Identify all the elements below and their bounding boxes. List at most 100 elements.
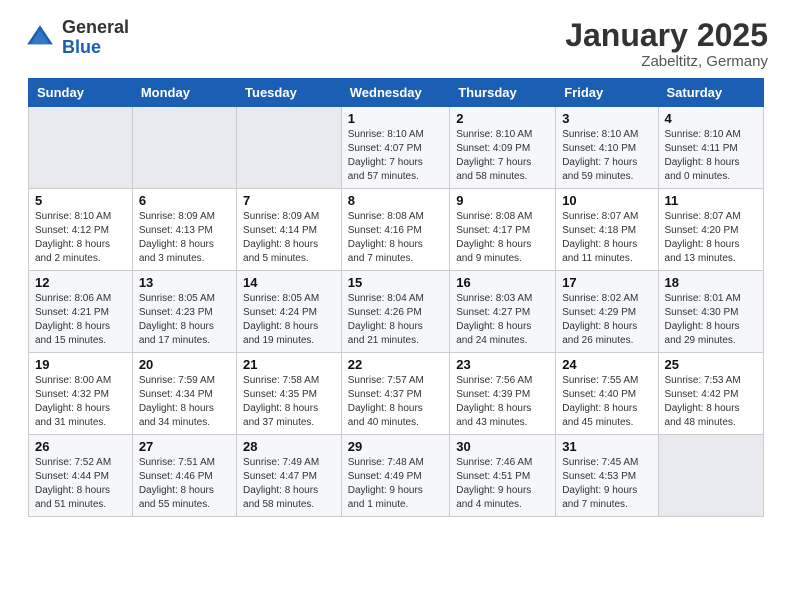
col-thursday: Thursday — [450, 79, 556, 107]
calendar-day-cell — [29, 107, 133, 189]
day-number: 17 — [562, 275, 651, 290]
calendar-day-cell: 27Sunrise: 7:51 AM Sunset: 4:46 PM Dayli… — [132, 435, 236, 517]
calendar-day-cell: 4 Sunrise: 8:10 AM Sunset: 4:11 PM Daylig… — [658, 107, 763, 189]
day-info: Sunrise: 8:09 AM Sunset: 4:14 PM Dayligh… — [243, 210, 335, 266]
day-number: 14 — [243, 275, 335, 290]
logo: General Blue — [24, 18, 129, 58]
col-monday: Monday — [132, 79, 236, 107]
day-number: 10 — [562, 193, 651, 208]
col-wednesday: Wednesday — [341, 79, 450, 107]
day-info: Sunrise: 7:48 AM Sunset: 4:49 PM Dayligh… — [348, 456, 444, 512]
day-number: 31 — [562, 439, 651, 454]
day-info: Sunrise: 8:10 AM Sunset: 4:11 PM Dayligh… — [665, 128, 757, 184]
logo-text: General Blue — [62, 18, 129, 58]
calendar-day-cell — [658, 435, 763, 517]
day-number: 11 — [665, 193, 757, 208]
day-info: Sunrise: 8:05 AM Sunset: 4:24 PM Dayligh… — [243, 292, 335, 348]
calendar-week-row: 12 Sunrise: 8:06 AM Sunset: 4:21 PM Dayli… — [29, 271, 764, 353]
calendar-day-cell: 13Sunrise: 8:05 AM Sunset: 4:23 PM Dayli… — [132, 271, 236, 353]
day-number: 8 — [348, 193, 444, 208]
calendar-day-cell: 25Sunrise: 7:53 AM Sunset: 4:42 PM Dayli… — [658, 353, 763, 435]
day-number: 13 — [139, 275, 230, 290]
calendar-day-cell: 2Sunrise: 8:10 AM Sunset: 4:09 PM Daylig… — [450, 107, 556, 189]
day-number: 24 — [562, 357, 651, 372]
day-number: 5 — [35, 193, 126, 208]
day-number: 25 — [665, 357, 757, 372]
day-info: Sunrise: 8:04 AM Sunset: 4:26 PM Dayligh… — [348, 292, 444, 348]
day-info: Sunrise: 7:57 AM Sunset: 4:37 PM Dayligh… — [348, 374, 444, 430]
header: General Blue January 2025 Zabeltitz, Ger… — [0, 0, 792, 78]
day-number: 30 — [456, 439, 549, 454]
day-info: Sunrise: 7:59 AM Sunset: 4:34 PM Dayligh… — [139, 374, 230, 430]
calendar-day-cell: 19 Sunrise: 8:00 AM Sunset: 4:32 PM Dayli… — [29, 353, 133, 435]
day-number: 19 — [35, 357, 126, 372]
page: General Blue January 2025 Zabeltitz, Ger… — [0, 0, 792, 612]
day-number: 20 — [139, 357, 230, 372]
day-info: Sunrise: 7:55 AM Sunset: 4:40 PM Dayligh… — [562, 374, 651, 430]
calendar-day-cell: 3Sunrise: 8:10 AM Sunset: 4:10 PM Daylig… — [556, 107, 658, 189]
calendar-day-cell: 29 Sunrise: 7:48 AM Sunset: 4:49 PM Dayli… — [341, 435, 450, 517]
calendar-day-cell: 26Sunrise: 7:52 AM Sunset: 4:44 PM Dayli… — [29, 435, 133, 517]
day-info: Sunrise: 7:52 AM Sunset: 4:44 PM Dayligh… — [35, 456, 126, 512]
day-info: Sunrise: 8:10 AM Sunset: 4:07 PM Dayligh… — [348, 128, 444, 184]
title-block: January 2025 Zabeltitz, Germany — [565, 18, 768, 70]
calendar-table: Sunday Monday Tuesday Wednesday Thursday… — [28, 78, 764, 517]
calendar-day-cell: 10 Sunrise: 8:07 AM Sunset: 4:18 PM Dayli… — [556, 189, 658, 271]
calendar-day-cell: 30Sunrise: 7:46 AM Sunset: 4:51 PM Dayli… — [450, 435, 556, 517]
location: Zabeltitz, Germany — [565, 53, 768, 70]
day-info: Sunrise: 7:51 AM Sunset: 4:46 PM Dayligh… — [139, 456, 230, 512]
day-info: Sunrise: 7:58 AM Sunset: 4:35 PM Dayligh… — [243, 374, 335, 430]
day-info: Sunrise: 7:56 AM Sunset: 4:39 PM Dayligh… — [456, 374, 549, 430]
calendar-day-cell: 8 Sunrise: 8:08 AM Sunset: 4:16 PM Daylig… — [341, 189, 450, 271]
day-info: Sunrise: 8:07 AM Sunset: 4:20 PM Dayligh… — [665, 210, 757, 266]
day-info: Sunrise: 8:10 AM Sunset: 4:09 PM Dayligh… — [456, 128, 549, 184]
logo-blue: Blue — [62, 38, 129, 58]
calendar-day-cell: 9 Sunrise: 8:08 AM Sunset: 4:17 PM Daylig… — [450, 189, 556, 271]
day-info: Sunrise: 8:06 AM Sunset: 4:21 PM Dayligh… — [35, 292, 126, 348]
calendar-day-cell: 23 Sunrise: 7:56 AM Sunset: 4:39 PM Dayli… — [450, 353, 556, 435]
calendar-header: Sunday Monday Tuesday Wednesday Thursday… — [29, 79, 764, 107]
day-number: 21 — [243, 357, 335, 372]
day-info: Sunrise: 8:03 AM Sunset: 4:27 PM Dayligh… — [456, 292, 549, 348]
day-number: 4 — [665, 111, 757, 126]
day-number: 1 — [348, 111, 444, 126]
day-info: Sunrise: 8:08 AM Sunset: 4:17 PM Dayligh… — [456, 210, 549, 266]
day-info: Sunrise: 8:07 AM Sunset: 4:18 PM Dayligh… — [562, 210, 651, 266]
day-number: 28 — [243, 439, 335, 454]
day-number: 6 — [139, 193, 230, 208]
calendar-day-cell: 22 Sunrise: 7:57 AM Sunset: 4:37 PM Dayli… — [341, 353, 450, 435]
calendar-day-cell: 12 Sunrise: 8:06 AM Sunset: 4:21 PM Dayli… — [29, 271, 133, 353]
calendar-day-cell: 1 Sunrise: 8:10 AM Sunset: 4:07 PM Daylig… — [341, 107, 450, 189]
calendar-day-cell: 15Sunrise: 8:04 AM Sunset: 4:26 PM Dayli… — [341, 271, 450, 353]
col-sunday: Sunday — [29, 79, 133, 107]
calendar-day-cell: 28Sunrise: 7:49 AM Sunset: 4:47 PM Dayli… — [237, 435, 342, 517]
day-info: Sunrise: 8:09 AM Sunset: 4:13 PM Dayligh… — [139, 210, 230, 266]
calendar-day-cell — [132, 107, 236, 189]
calendar-week-row: 5Sunrise: 8:10 AM Sunset: 4:12 PM Daylig… — [29, 189, 764, 271]
col-friday: Friday — [556, 79, 658, 107]
calendar-day-cell: 7Sunrise: 8:09 AM Sunset: 4:14 PM Daylig… — [237, 189, 342, 271]
calendar-week-row: 19 Sunrise: 8:00 AM Sunset: 4:32 PM Dayli… — [29, 353, 764, 435]
calendar-day-cell: 20 Sunrise: 7:59 AM Sunset: 4:34 PM Dayli… — [132, 353, 236, 435]
day-number: 12 — [35, 275, 126, 290]
calendar-day-cell: 31 Sunrise: 7:45 AM Sunset: 4:53 PM Dayli… — [556, 435, 658, 517]
day-info: Sunrise: 8:02 AM Sunset: 4:29 PM Dayligh… — [562, 292, 651, 348]
header-row: Sunday Monday Tuesday Wednesday Thursday… — [29, 79, 764, 107]
day-number: 18 — [665, 275, 757, 290]
day-info: Sunrise: 8:08 AM Sunset: 4:16 PM Dayligh… — [348, 210, 444, 266]
calendar-day-cell: 24 Sunrise: 7:55 AM Sunset: 4:40 PM Dayli… — [556, 353, 658, 435]
day-number: 29 — [348, 439, 444, 454]
calendar-body: 1 Sunrise: 8:10 AM Sunset: 4:07 PM Daylig… — [29, 107, 764, 517]
day-number: 22 — [348, 357, 444, 372]
day-number: 23 — [456, 357, 549, 372]
day-info: Sunrise: 7:45 AM Sunset: 4:53 PM Dayligh… — [562, 456, 651, 512]
day-info: Sunrise: 8:00 AM Sunset: 4:32 PM Dayligh… — [35, 374, 126, 430]
col-saturday: Saturday — [658, 79, 763, 107]
day-number: 9 — [456, 193, 549, 208]
day-info: Sunrise: 8:10 AM Sunset: 4:10 PM Dayligh… — [562, 128, 651, 184]
logo-icon — [24, 22, 56, 54]
calendar-week-row: 1 Sunrise: 8:10 AM Sunset: 4:07 PM Daylig… — [29, 107, 764, 189]
calendar-wrapper: Sunday Monday Tuesday Wednesday Thursday… — [0, 78, 792, 517]
day-number: 16 — [456, 275, 549, 290]
logo-general: General — [62, 18, 129, 38]
